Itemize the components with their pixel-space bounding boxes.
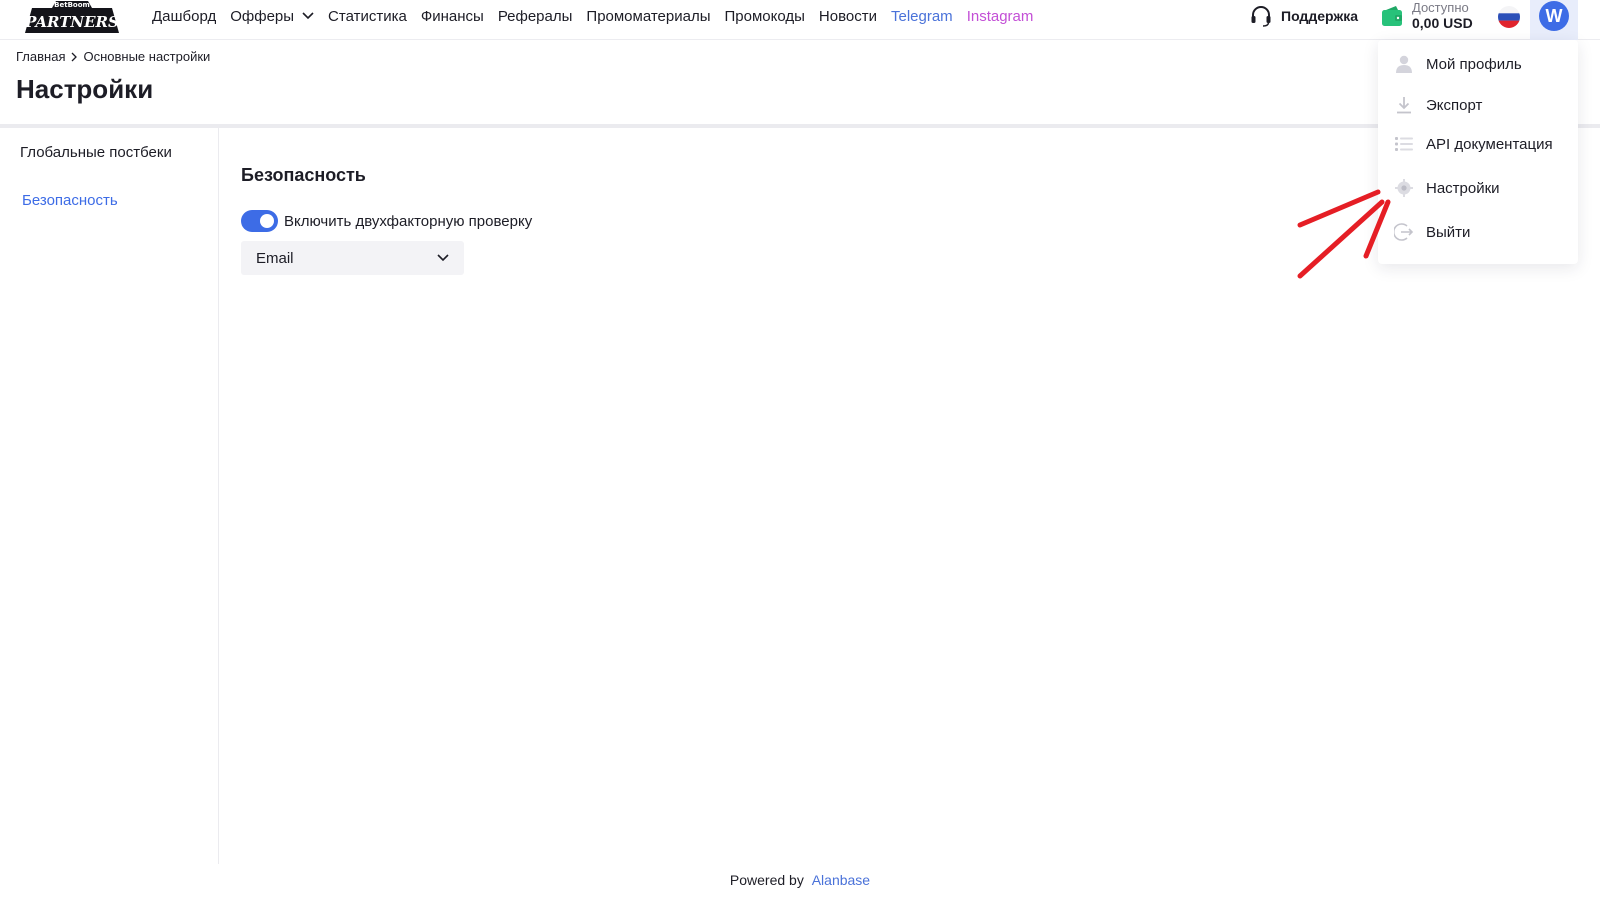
nav-dashboard[interactable]: Дашборд (152, 8, 216, 25)
nav-finances[interactable]: Финансы (421, 8, 484, 25)
footer-powered-by: Powered by (729, 872, 804, 888)
wallet-icon (1382, 6, 1402, 26)
footer: Powered by Alanbase (0, 872, 1600, 888)
annotation-arrows (1297, 189, 1391, 279)
logo-main-text: PARTNERS (24, 13, 119, 31)
top-bar: BetBoom PARTNERS Дашборд Офферы Статисти… (0, 0, 1600, 40)
logout-icon (1394, 223, 1414, 241)
nav-statistics[interactable]: Статистика (328, 8, 407, 25)
menu-item-label: Экспорт (1426, 96, 1483, 114)
toggle-knob (260, 214, 274, 228)
two-factor-label: Включить двухфакторную проверку (284, 212, 533, 230)
menu-item-api-docs[interactable]: API документация (1394, 134, 1553, 154)
logo-top-text: BetBoom (54, 1, 90, 9)
two-factor-row: Включить двухфакторную проверку (241, 210, 532, 232)
menu-item-export[interactable]: Экспорт (1394, 95, 1482, 115)
nav-promocodes[interactable]: Промокоды (725, 8, 805, 25)
avatar[interactable]: W (1539, 1, 1569, 31)
chevron-right-icon (72, 52, 78, 61)
menu-item-logout[interactable]: Выйти (1394, 222, 1470, 242)
main-nav: Дашборд Офферы Статистика Финансы Рефера… (152, 0, 1047, 32)
user-dropdown-menu: Мой профиль Экспорт API документация Нас… (1378, 40, 1578, 264)
section-title: Безопасность (241, 165, 366, 185)
support-button[interactable]: Поддержка (1249, 2, 1358, 30)
user-menu-toggle[interactable]: W (1530, 0, 1578, 40)
headset-icon (1251, 6, 1271, 27)
menu-item-settings[interactable]: Настройки (1394, 178, 1500, 198)
nav-news[interactable]: Новости (819, 8, 877, 25)
balance-value: 0,00 USD (1412, 14, 1473, 31)
menu-item-label: Настройки (1426, 179, 1500, 197)
balance-label: Доступно (1412, 0, 1469, 15)
user-icon (1396, 55, 1412, 73)
nav-offers[interactable]: Офферы (230, 8, 314, 25)
nav-promo-materials[interactable]: Промоматериалы (586, 8, 710, 25)
betboom-partners-logo[interactable]: BetBoom PARTNERS (22, 0, 122, 34)
divider (0, 124, 1600, 128)
breadcrumb: Главная Основные настройки (16, 49, 210, 64)
menu-item-label: Выйти (1426, 223, 1471, 241)
select-value: Email (256, 249, 294, 267)
nav-instagram-link[interactable]: Instagram (967, 8, 1034, 25)
gear-icon (1395, 179, 1413, 197)
menu-item-profile[interactable]: Мой профиль (1394, 54, 1522, 74)
footer-alanbase-link[interactable]: Alanbase (812, 872, 870, 888)
breadcrumb-current: Основные настройки (83, 49, 211, 64)
two-factor-method-select[interactable]: Email (241, 241, 464, 275)
sidebar-item-security[interactable]: Безопасность (22, 192, 118, 209)
chevron-down-icon (437, 254, 449, 262)
nav-offers-label: Офферы (230, 7, 295, 25)
nav-referrals[interactable]: Рефералы (498, 8, 573, 25)
menu-item-label: API документация (1426, 135, 1553, 153)
support-label: Поддержка (1281, 8, 1359, 24)
two-factor-toggle[interactable] (241, 210, 278, 232)
list-icon (1395, 137, 1413, 151)
chevron-down-icon (302, 12, 314, 20)
settings-sidebar: Глобальные постбеки Безопасность (0, 128, 219, 864)
download-icon (1397, 97, 1411, 114)
nav-telegram-link[interactable]: Telegram (891, 8, 953, 25)
menu-item-label: Мой профиль (1426, 55, 1522, 73)
balance-widget[interactable]: Доступно 0,00 USD (1380, 0, 1473, 32)
language-flag-ru[interactable] (1498, 6, 1520, 28)
sidebar-item-global-postbacks[interactable]: Глобальные постбеки (20, 144, 172, 161)
breadcrumb-home-link[interactable]: Главная (16, 49, 65, 64)
page-title: Настройки (16, 74, 154, 104)
balance-text: Доступно 0,00 USD (1412, 0, 1473, 31)
